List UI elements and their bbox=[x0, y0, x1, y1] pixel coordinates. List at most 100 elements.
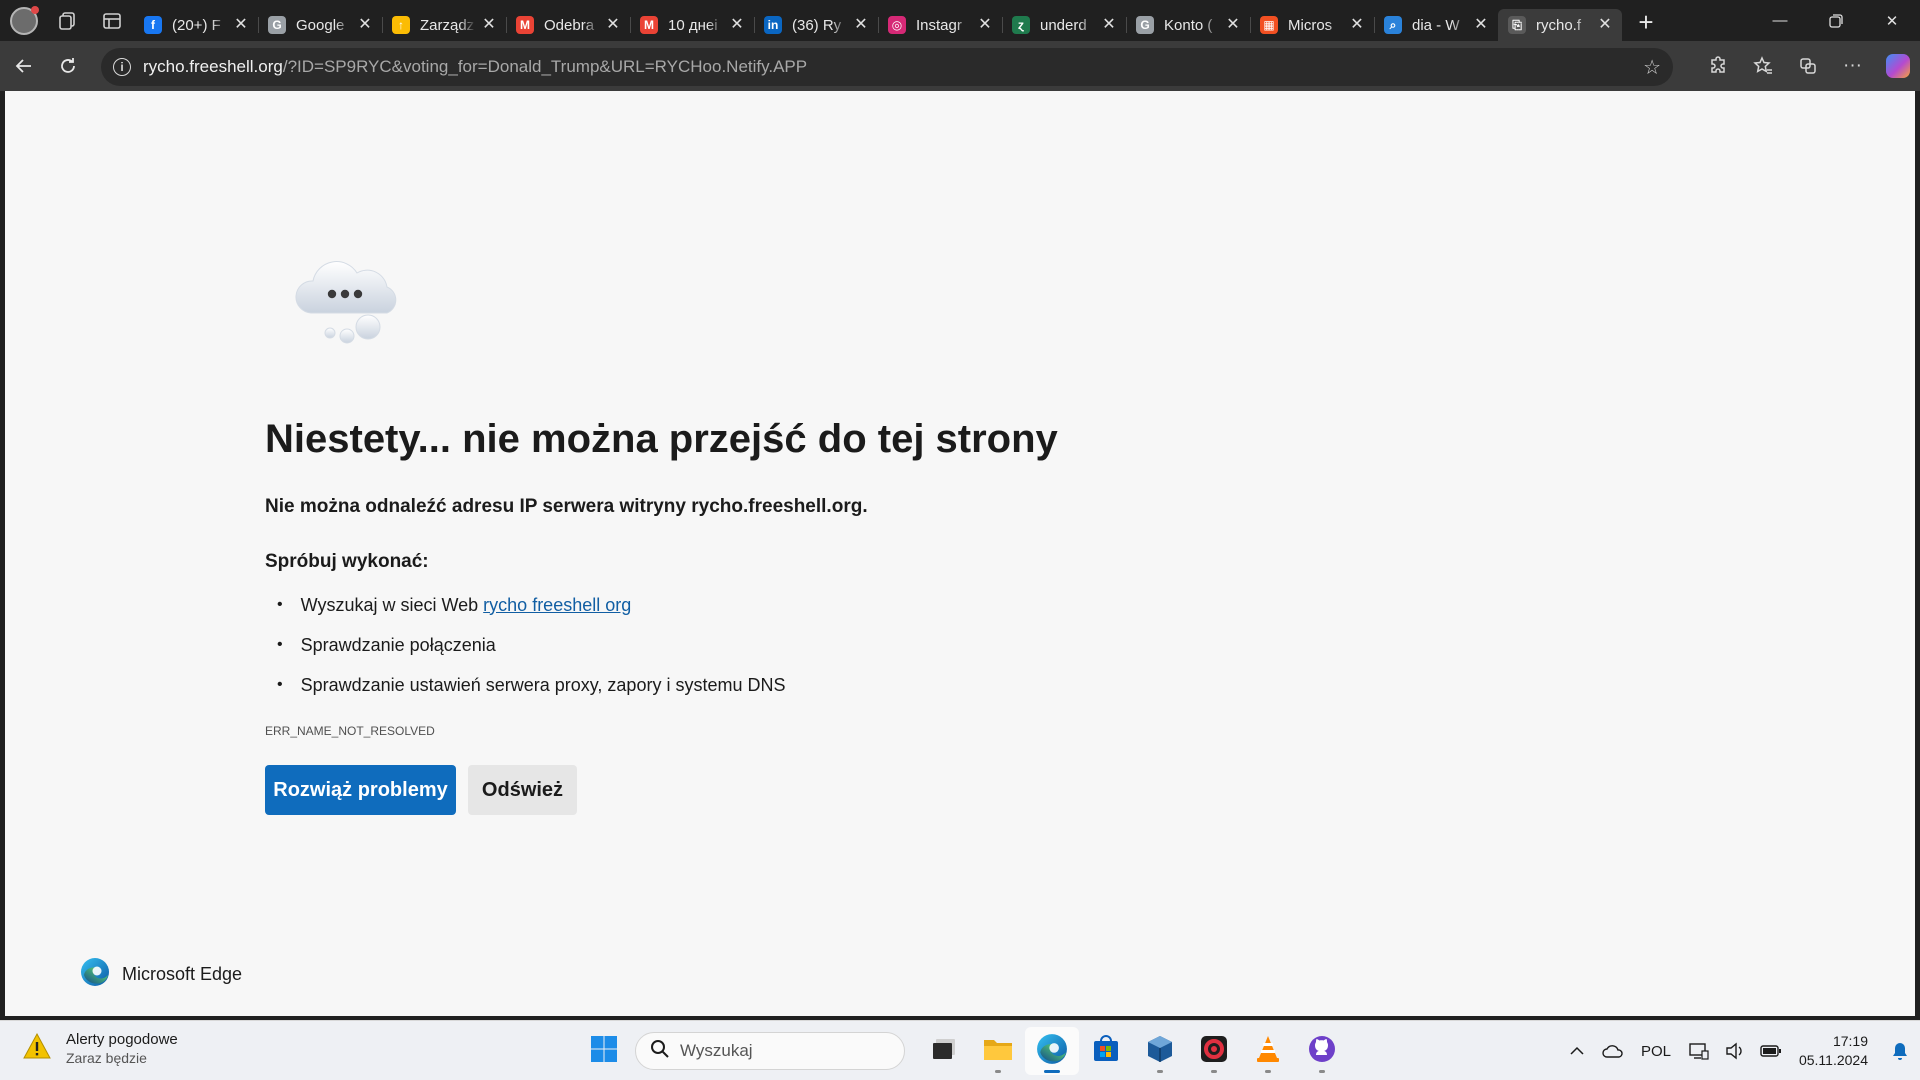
tab[interactable]: G Google ✕ bbox=[258, 9, 382, 41]
address-bar[interactable]: i rycho.freeshell.org/?ID=SP9RYC&voting_… bbox=[101, 48, 1673, 86]
tab-title: 10 днеі bbox=[668, 16, 718, 34]
edge-branding: Microsoft Edge bbox=[80, 957, 242, 992]
file-explorer-button[interactable] bbox=[971, 1027, 1025, 1075]
tab-title: Zarządz bbox=[420, 16, 475, 34]
tab-close-icon[interactable]: ✕ bbox=[1224, 16, 1242, 34]
back-button[interactable] bbox=[2, 46, 46, 86]
suggestion-check-connection: Sprawdzanie połączenia bbox=[277, 625, 785, 665]
tab[interactable]: ⌕ dia - W ✕ bbox=[1374, 9, 1498, 41]
tab-close-icon[interactable]: ✕ bbox=[976, 16, 994, 34]
tab[interactable]: f (20+) F ✕ bbox=[134, 9, 258, 41]
tab-close-icon[interactable]: ✕ bbox=[1100, 16, 1118, 34]
refresh-button[interactable] bbox=[46, 46, 90, 86]
windows-taskbar: Alerty pogodowe Zaraz będzie Wyszukaj PO… bbox=[0, 1020, 1920, 1080]
linkedin-icon: in bbox=[764, 16, 782, 34]
close-window-button[interactable]: ✕ bbox=[1864, 0, 1920, 41]
vertical-tabs-icon[interactable] bbox=[90, 0, 134, 41]
edge-icon bbox=[1036, 1033, 1068, 1070]
clock-time: 17:19 bbox=[1832, 1033, 1868, 1049]
virtualbox-icon bbox=[1145, 1034, 1175, 1069]
tab[interactable]: in (36) Ry ✕ bbox=[754, 9, 878, 41]
reload-button[interactable]: Odśwież bbox=[468, 765, 577, 815]
more-menu-icon[interactable]: ··· bbox=[1830, 41, 1875, 91]
suggestion-check-proxy-label: Sprawdzanie ustawień serwera proxy, zapo… bbox=[300, 674, 786, 695]
error-subtitle-host: rycho.freeshell.org bbox=[691, 496, 863, 517]
davinci-resolve-button[interactable] bbox=[1187, 1027, 1241, 1075]
url-text[interactable]: rycho.freeshell.org/?ID=SP9RYC&voting_fo… bbox=[143, 57, 1643, 77]
tab[interactable]: ɀ underd ✕ bbox=[1002, 9, 1126, 41]
taskbar-search-box[interactable]: Wyszukaj bbox=[635, 1032, 905, 1070]
restore-button[interactable] bbox=[1808, 0, 1864, 41]
broken-page-icon: ⎘ bbox=[1508, 16, 1526, 34]
collections-icon[interactable] bbox=[1785, 41, 1830, 91]
tab-close-icon[interactable]: ✕ bbox=[728, 16, 746, 34]
tab-title: underd bbox=[1040, 16, 1087, 34]
running-indicator bbox=[1319, 1070, 1325, 1073]
extensions-icon[interactable] bbox=[1695, 41, 1740, 91]
edge-taskbar-button[interactable] bbox=[1025, 1027, 1079, 1075]
favorites-icon[interactable] bbox=[1740, 41, 1785, 91]
davinci-resolve-icon bbox=[1199, 1034, 1229, 1069]
suggestion-check-connection-label: Sprawdzanie połączenia bbox=[300, 634, 496, 655]
tab-close-icon[interactable]: ✕ bbox=[604, 16, 622, 34]
tab[interactable]: ↑ Zarządz ✕ bbox=[382, 9, 506, 41]
google-icon: G bbox=[1136, 16, 1154, 34]
tab[interactable]: M 10 днеі ✕ bbox=[630, 9, 754, 41]
microsoft-icon: ▦ bbox=[1260, 16, 1278, 34]
tab-close-icon[interactable]: ✕ bbox=[1472, 16, 1490, 34]
tab-close-icon[interactable]: ✕ bbox=[852, 16, 870, 34]
show-hidden-icons-chevron-icon[interactable] bbox=[1559, 1021, 1595, 1080]
suggestion-check-proxy: Sprawdzanie ustawień serwera proxy, zapo… bbox=[277, 665, 786, 705]
tab-close-icon[interactable]: ✕ bbox=[480, 16, 498, 34]
tab[interactable]: ▦ Micros ✕ bbox=[1250, 9, 1374, 41]
tab-title: dia - W bbox=[1412, 16, 1460, 34]
instagram-icon: ◎ bbox=[888, 16, 906, 34]
profile-avatar[interactable] bbox=[10, 5, 39, 35]
volume-icon[interactable] bbox=[1717, 1021, 1753, 1080]
tab-active[interactable]: ⎘ rycho.f ✕ bbox=[1498, 9, 1622, 41]
onedrive-cloud-icon[interactable] bbox=[1595, 1021, 1631, 1080]
tab-close-icon[interactable]: ✕ bbox=[1596, 16, 1614, 34]
tab-title: Konto ( bbox=[1164, 16, 1213, 34]
google-icon: G bbox=[268, 16, 286, 34]
workspaces-icon[interactable] bbox=[46, 0, 90, 41]
weather-title: Alerty pogodowe bbox=[66, 1031, 178, 1048]
copilot-icon[interactable] bbox=[1875, 41, 1920, 91]
running-indicator bbox=[1211, 1070, 1217, 1073]
tab[interactable]: M Odebra ✕ bbox=[506, 9, 630, 41]
troubleshoot-button[interactable]: Rozwiąż problemy bbox=[265, 765, 456, 815]
gmail-icon: M bbox=[516, 16, 534, 34]
network-icon[interactable] bbox=[1681, 1021, 1717, 1080]
new-tab-button[interactable]: + bbox=[1628, 7, 1664, 39]
github-desktop-button[interactable] bbox=[1295, 1027, 1349, 1075]
site-info-icon[interactable]: i bbox=[113, 58, 131, 76]
tab-close-icon[interactable]: ✕ bbox=[232, 16, 250, 34]
weather-widget[interactable]: Alerty pogodowe Zaraz będzie bbox=[22, 1031, 178, 1066]
browser-toolbar: i rycho.freeshell.org/?ID=SP9RYC&voting_… bbox=[0, 41, 1920, 91]
running-indicator bbox=[995, 1070, 1001, 1073]
running-indicator bbox=[1044, 1070, 1060, 1073]
favorite-star-icon[interactable]: ☆ bbox=[1643, 55, 1661, 80]
vlc-icon bbox=[1254, 1034, 1282, 1069]
virtualbox-button[interactable] bbox=[1133, 1027, 1187, 1075]
input-language-indicator[interactable]: POL bbox=[1631, 1043, 1681, 1060]
tab-title: Odebra bbox=[544, 16, 595, 34]
error-page: Niestety... nie można przejść do tej str… bbox=[5, 91, 1915, 1016]
battery-icon[interactable] bbox=[1753, 1021, 1789, 1080]
tab-title: rycho.f bbox=[1536, 16, 1582, 34]
tab[interactable]: ◎ Instagr ✕ bbox=[878, 9, 1002, 41]
microsoft-store-button[interactable] bbox=[1079, 1027, 1133, 1075]
tab-close-icon[interactable]: ✕ bbox=[356, 16, 374, 34]
tab-close-icon[interactable]: ✕ bbox=[1348, 16, 1366, 34]
tab-title: (36) Ry bbox=[792, 16, 842, 34]
notifications-bell-icon[interactable] bbox=[1880, 1021, 1920, 1080]
suggestion-search-label: Wyszukaj w sieci Web bbox=[300, 594, 479, 615]
clock[interactable]: 17:19 05.11.2024 bbox=[1789, 1032, 1880, 1070]
search-web-link[interactable]: rycho freeshell org bbox=[483, 595, 631, 616]
vlc-button[interactable] bbox=[1241, 1027, 1295, 1075]
minimize-button[interactable]: — bbox=[1752, 0, 1808, 41]
start-button[interactable] bbox=[579, 1027, 629, 1075]
tab[interactable]: G Konto ( ✕ bbox=[1126, 9, 1250, 41]
error-subtitle-period: . bbox=[862, 496, 868, 517]
task-view-button[interactable] bbox=[917, 1027, 971, 1075]
